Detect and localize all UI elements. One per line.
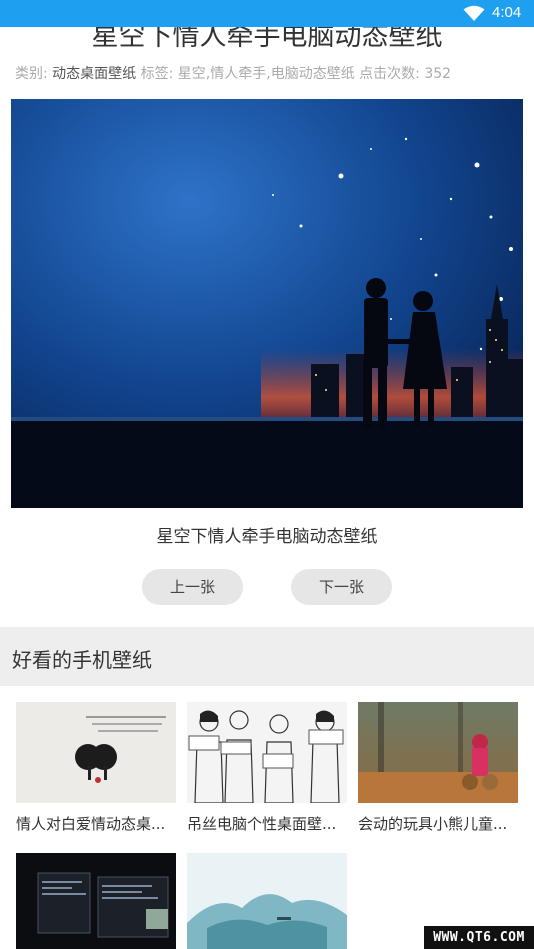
wifi-icon: [463, 5, 485, 21]
list-item[interactable]: 情人对白爱情动态桌...: [16, 702, 176, 834]
clicks-label: 点击次数:: [359, 66, 420, 82]
thumbnail-image[interactable]: [16, 853, 176, 949]
wallpaper-meta: 类别: 动态桌面壁纸 标签: 星空,情人牵手,电脑动态壁纸 点击次数: 352: [15, 63, 525, 83]
thumbnail-image[interactable]: [16, 702, 176, 803]
tags-value[interactable]: 星空,情人牵手,电脑动态壁纸: [178, 66, 355, 82]
list-item[interactable]: 会动的玩具小熊儿童...: [358, 702, 518, 834]
watermark: WWW.QT6.COM: [424, 926, 534, 949]
wallpaper-image[interactable]: [11, 99, 523, 508]
wallpaper-caption: 星空下情人牵手电脑动态壁纸: [156, 527, 378, 547]
list-item[interactable]: [187, 853, 347, 949]
thumbnail-image[interactable]: [187, 853, 347, 949]
section-title: 好看的手机壁纸: [12, 648, 152, 672]
list-item[interactable]: 吊丝电脑个性桌面壁...: [187, 702, 347, 834]
next-button[interactable]: 下一张: [291, 569, 392, 605]
thumbnail-image[interactable]: [358, 702, 518, 803]
category-label: 类别:: [15, 66, 48, 82]
prev-button[interactable]: 上一张: [142, 569, 243, 605]
category-value[interactable]: 动态桌面壁纸: [52, 66, 136, 82]
thumbnail-label: 情人对白爱情动态桌...: [16, 815, 166, 833]
thumbnail-label: 吊丝电脑个性桌面壁...: [187, 815, 337, 833]
section-header: 好看的手机壁纸: [0, 627, 534, 686]
clicks-value: 352: [424, 66, 452, 82]
list-item[interactable]: [16, 853, 176, 949]
status-bar: 4:04: [0, 0, 534, 27]
thumbnail-image[interactable]: [187, 702, 347, 803]
thumbnail-label: 会动的玩具小熊儿童...: [358, 815, 508, 833]
tags-label: 标签:: [140, 66, 174, 82]
status-time: 4:04: [492, 4, 522, 21]
